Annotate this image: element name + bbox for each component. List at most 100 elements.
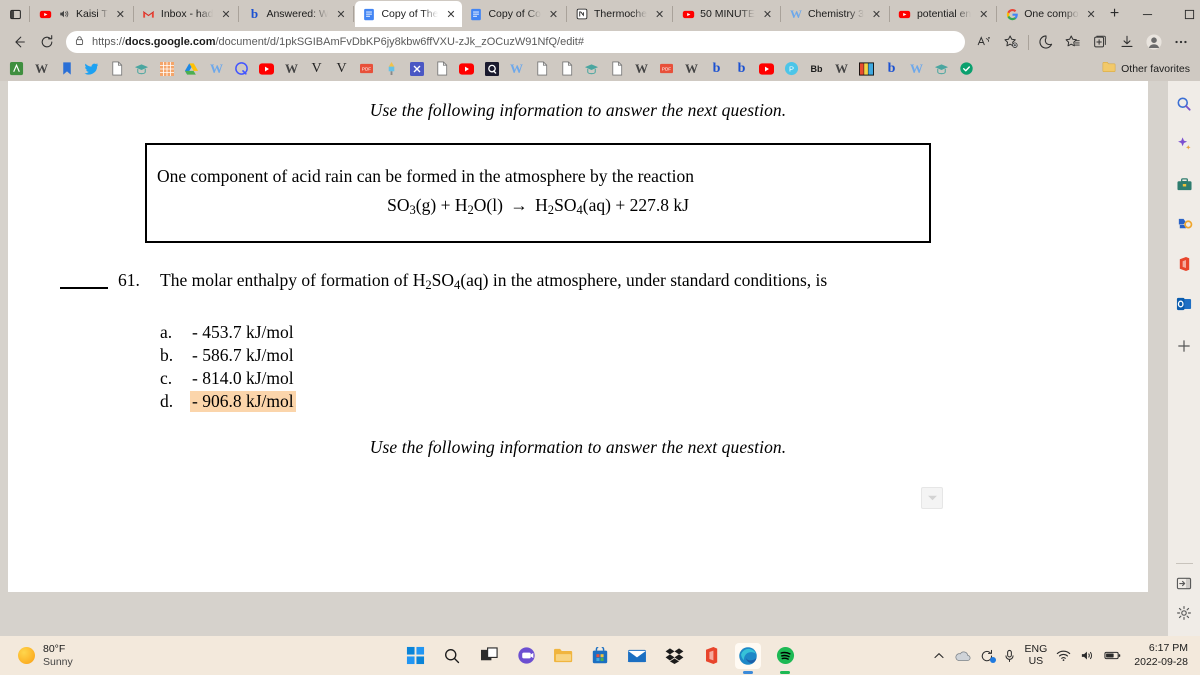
edge-icon[interactable] <box>735 642 761 674</box>
close-icon[interactable]: ✕ <box>869 7 884 22</box>
address-bar[interactable]: https://docs.google.com/document/d/1pkSG… <box>66 31 965 53</box>
tab-4[interactable]: Copy of Co ✕ <box>462 1 565 27</box>
bookmark-pdf-icon[interactable]: PDF <box>354 58 379 80</box>
close-icon[interactable]: ✕ <box>113 7 128 22</box>
bookmark-wattpad-icon[interactable]: W <box>504 58 529 80</box>
bookmark-shield-check-icon[interactable] <box>954 58 979 80</box>
wifi-icon[interactable] <box>1056 649 1071 662</box>
close-icon[interactable]: ✕ <box>546 7 561 22</box>
search-icon[interactable] <box>439 643 465 669</box>
other-favorites-button[interactable]: Other favorites <box>1102 60 1196 78</box>
dropbox-icon[interactable] <box>661 643 687 669</box>
bookmark-doc-icon[interactable] <box>429 58 454 80</box>
task-view-icon[interactable] <box>476 643 502 669</box>
close-icon[interactable]: ✕ <box>652 7 667 22</box>
tab-7[interactable]: W Chemistry 3 ✕ <box>782 1 888 27</box>
microsoft-store-icon[interactable] <box>587 643 613 669</box>
bookmark-pdf-icon[interactable]: PDF <box>654 58 679 80</box>
onedrive-icon[interactable] <box>954 650 971 662</box>
bookmark-blackboard-icon[interactable]: Bb <box>804 58 829 80</box>
bookmark-doc-icon[interactable] <box>104 58 129 80</box>
bookmark-grid-icon[interactable] <box>154 58 179 80</box>
file-explorer-icon[interactable] <box>550 643 576 669</box>
start-button[interactable] <box>402 643 428 669</box>
collapse-panel-icon[interactable] <box>1168 568 1200 598</box>
bookmark-brainly-icon[interactable]: b <box>729 58 754 80</box>
tab-6[interactable]: 50 MINUTE ✕ <box>674 1 779 27</box>
collections-icon[interactable] <box>1087 30 1113 54</box>
close-icon[interactable]: ✕ <box>1084 7 1099 22</box>
close-icon[interactable]: ✕ <box>333 7 348 22</box>
sidebar-tools-icon[interactable] <box>1168 169 1200 199</box>
refresh-arrow-icon[interactable] <box>34 30 60 54</box>
bookmark-paint-icon[interactable] <box>379 58 404 80</box>
close-icon[interactable]: ✕ <box>443 7 458 22</box>
sidebar-games-icon[interactable] <box>1168 209 1200 239</box>
tab-8[interactable]: potential en ✕ <box>891 1 995 27</box>
new-tab-button[interactable]: + <box>1103 2 1127 26</box>
weather-widget[interactable]: 80°F Sunny <box>0 643 250 668</box>
add-favorite-icon[interactable] <box>998 30 1024 54</box>
bookmark-quizlet-icon[interactable] <box>229 58 254 80</box>
windows-update-icon[interactable] <box>980 649 996 663</box>
sidebar-search-icon[interactable] <box>1168 89 1200 119</box>
bookmark-google-drive-icon[interactable] <box>179 58 204 80</box>
sidebar-office-icon[interactable] <box>1168 249 1200 279</box>
browser-essentials-icon[interactable] <box>1033 30 1059 54</box>
close-icon[interactable]: ✕ <box>218 7 233 22</box>
bookmark-wattpad-icon[interactable]: W <box>29 58 54 80</box>
chevron-down-icon[interactable] <box>921 487 943 509</box>
clock[interactable]: 6:17 PM 2022-09-28 <box>1130 642 1188 668</box>
read-aloud-icon[interactable] <box>971 30 997 54</box>
minimize-button[interactable] <box>1127 0 1169 28</box>
settings-gear-icon[interactable] <box>1168 598 1200 628</box>
maximize-button[interactable] <box>1169 0 1200 28</box>
bookmark-bookmark-icon[interactable] <box>54 58 79 80</box>
office-icon[interactable] <box>698 643 724 669</box>
tab-actions-menu-icon[interactable] <box>2 1 28 27</box>
back-arrow-icon[interactable] <box>6 30 32 54</box>
mail-icon[interactable] <box>624 643 650 669</box>
bookmark-quizlet-dark-icon[interactable] <box>479 58 504 80</box>
bookmark-youtube-icon[interactable] <box>454 58 479 80</box>
profile-icon[interactable] <box>1141 30 1167 54</box>
tab-mute-icon[interactable] <box>57 7 71 21</box>
settings-more-icon[interactable] <box>1168 30 1194 54</box>
bookmark-youtube-icon[interactable] <box>754 58 779 80</box>
teams-icon[interactable] <box>513 643 539 669</box>
sidebar-add-icon[interactable] <box>1168 331 1200 361</box>
tab-1[interactable]: Inbox - had ✕ <box>135 1 238 27</box>
bookmark-achieve-icon[interactable] <box>4 58 29 80</box>
close-icon[interactable]: ✕ <box>760 7 775 22</box>
bookmark-brainly-icon[interactable]: b <box>879 58 904 80</box>
spotify-icon[interactable] <box>772 643 798 674</box>
microphone-icon[interactable] <box>1003 649 1016 663</box>
bookmark-ib-icon[interactable] <box>854 58 879 80</box>
bookmark-doc-icon[interactable] <box>604 58 629 80</box>
bookmark-school-green-icon[interactable] <box>579 58 604 80</box>
tab-0[interactable]: Kaisi T ✕ <box>31 1 132 27</box>
tab-5[interactable]: Thermoche ✕ <box>568 1 671 27</box>
battery-icon[interactable] <box>1104 650 1121 661</box>
bookmark-wattpad-icon[interactable]: W <box>679 58 704 80</box>
language-indicator[interactable]: ENG US <box>1025 643 1048 667</box>
bookmark-wattpad-icon[interactable]: W <box>629 58 654 80</box>
tab-3[interactable]: Copy of The ✕ <box>355 1 463 27</box>
bookmark-twitter-icon[interactable] <box>79 58 104 80</box>
bookmark-school-green-icon[interactable] <box>929 58 954 80</box>
bookmark-brainly-icon[interactable]: b <box>704 58 729 80</box>
sidebar-copilot-icon[interactable] <box>1168 129 1200 159</box>
bookmark-doc-icon[interactable] <box>554 58 579 80</box>
tab-9[interactable]: One compo ✕ <box>998 1 1102 27</box>
bookmark-wattpad-icon[interactable]: W <box>829 58 854 80</box>
bookmark-prezi-icon[interactable]: P <box>779 58 804 80</box>
bookmark-doc-icon[interactable] <box>529 58 554 80</box>
tab-2[interactable]: b Answered: W ✕ <box>240 1 352 27</box>
bookmark-school-icon[interactable] <box>129 58 154 80</box>
downloads-icon[interactable] <box>1114 30 1140 54</box>
bookmark-wattpad-icon[interactable]: W <box>204 58 229 80</box>
bookmark-wattpad-icon[interactable]: W <box>904 58 929 80</box>
bookmark-wattpad-icon[interactable]: W <box>279 58 304 80</box>
speaker-icon[interactable] <box>1080 649 1095 662</box>
favorites-icon[interactable] <box>1060 30 1086 54</box>
